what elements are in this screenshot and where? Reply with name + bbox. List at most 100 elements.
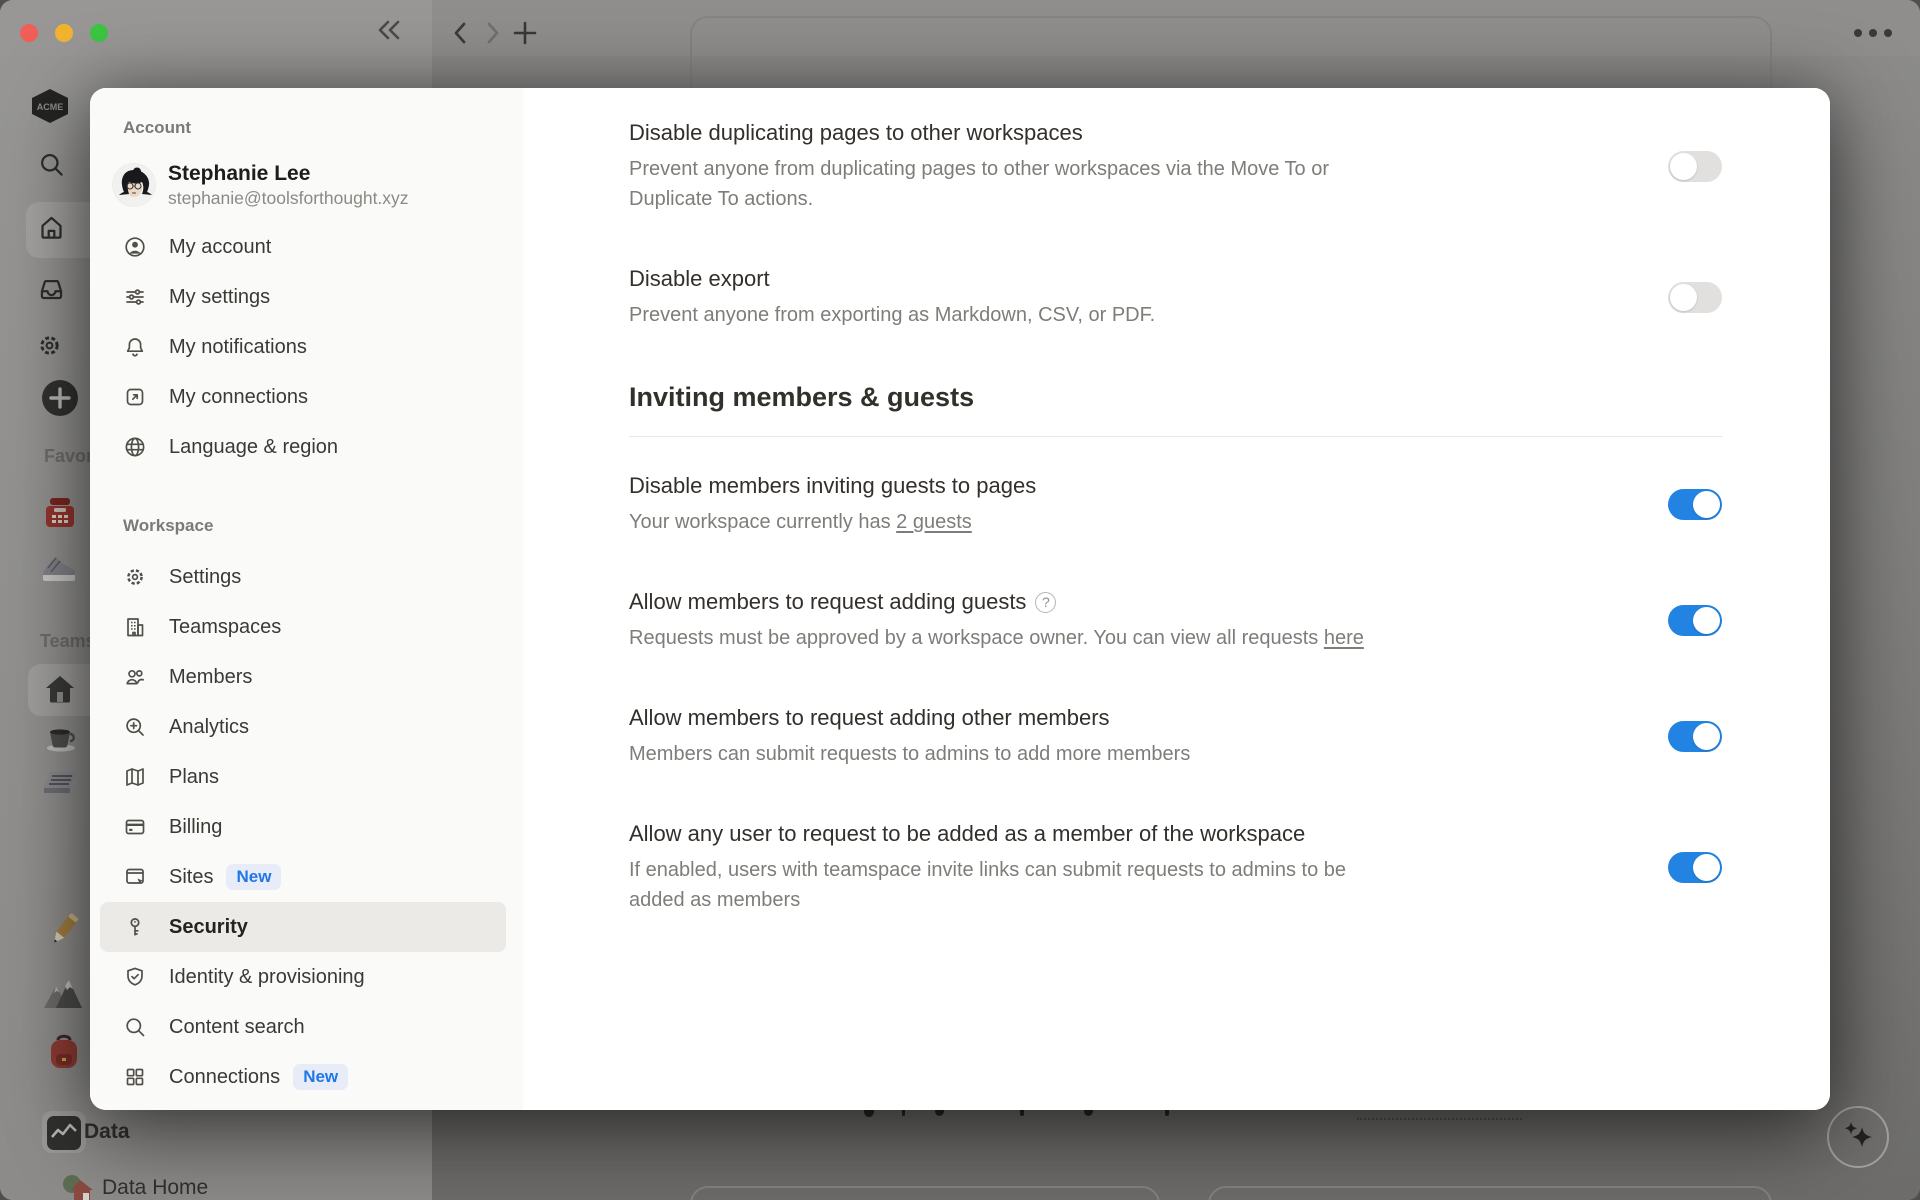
new-page-icon[interactable]	[40, 378, 80, 418]
data-teamspace-label[interactable]: Data	[84, 1120, 130, 1144]
analytics-icon	[123, 715, 147, 739]
toggle-switch[interactable]	[1668, 282, 1722, 313]
ghost-card	[690, 1186, 1160, 1200]
arrow-square-icon	[123, 385, 147, 409]
toggle-knob	[1693, 723, 1720, 750]
setting-description: Your workspace currently has 2 guests	[629, 507, 1374, 537]
settings-nav-item-my-settings[interactable]: My settings	[90, 272, 523, 322]
people-icon	[123, 665, 147, 689]
inline-link-2-guests[interactable]: 2 guests	[896, 511, 972, 533]
mountain-page-icon[interactable]	[44, 978, 82, 1010]
zoom-window-button[interactable]	[90, 24, 108, 42]
house-page-icon[interactable]	[44, 674, 76, 704]
toggle-switch[interactable]	[1668, 151, 1722, 182]
sparkles-icon	[1839, 1118, 1877, 1156]
setting-description: If enabled, users with teamspace invite …	[629, 855, 1374, 915]
close-window-button[interactable]	[20, 24, 38, 42]
new-tab-icon[interactable]	[512, 20, 538, 46]
bell-icon	[123, 335, 147, 359]
ghost-underline	[1357, 1118, 1522, 1120]
settings-nav-item-content-search[interactable]: Content search	[90, 1002, 523, 1052]
app-window: ACME Favorites	[0, 0, 1920, 1200]
setting-row-allow-members-to-request-adding-other-members: Allow members to request adding other me…	[629, 703, 1722, 769]
settings-modal: Account Stephanie Lee stephanie@toolsfor…	[90, 88, 1830, 1110]
nav-item-label: My settings	[169, 286, 270, 309]
settings-nav-item-settings[interactable]: Settings	[90, 552, 523, 602]
nav-item-label: Sites	[169, 866, 213, 889]
building-icon	[123, 615, 147, 639]
person-circle-icon	[123, 235, 147, 259]
setting-row-disable-export: Disable export Prevent anyone from expor…	[629, 264, 1722, 330]
forward-icon[interactable]	[485, 21, 501, 45]
nav-item-label: Analytics	[169, 716, 249, 739]
nav-item-label: Plans	[169, 766, 219, 789]
pencil-page-icon[interactable]	[46, 912, 82, 948]
globe-icon	[123, 435, 147, 459]
browser-icon	[123, 865, 147, 889]
setting-title: Disable export	[629, 264, 1439, 294]
ai-assistant-button[interactable]	[1827, 1106, 1889, 1168]
toggle-switch[interactable]	[1668, 721, 1722, 752]
setting-title: Disable duplicating pages to other works…	[629, 118, 1439, 148]
more-menu-icon[interactable]	[1852, 27, 1894, 39]
ghost-card	[1208, 1186, 1772, 1200]
telephone-page-icon[interactable]	[42, 496, 78, 530]
settings-nav-item-my-connections[interactable]: My connections	[90, 372, 523, 422]
avatar	[113, 164, 155, 206]
back-icon[interactable]	[452, 21, 468, 45]
minimize-window-button[interactable]	[55, 24, 73, 42]
search-icon[interactable]	[38, 151, 65, 178]
nav-item-label: Security	[169, 916, 248, 939]
setting-row-disable-members-inviting-guests-to-pages: Disable members inviting guests to pages…	[629, 471, 1722, 537]
toggle-switch[interactable]	[1668, 489, 1722, 520]
nav-item-label: Identity & provisioning	[169, 966, 365, 989]
workspace-nav-list: Settings Teamspaces Members Analytics Pl…	[90, 552, 523, 1102]
setting-description: Members can submit requests to admins to…	[629, 739, 1374, 769]
setting-title: Disable members inviting guests to pages	[629, 471, 1439, 501]
settings-nav-item-my-account[interactable]: My account	[90, 222, 523, 272]
account-user-row[interactable]: Stephanie Lee stephanie@toolsforthought.…	[113, 160, 523, 210]
settings-nav-item-teamspaces[interactable]: Teamspaces	[90, 602, 523, 652]
coffee-page-icon[interactable]	[45, 722, 79, 752]
keyboard-page-icon[interactable]	[42, 768, 80, 798]
settings-nav-item-sites[interactable]: Sites New	[90, 852, 523, 902]
account-nav-list: My account My settings My notifications …	[90, 222, 523, 472]
settings-nav-item-members[interactable]: Members	[90, 652, 523, 702]
inbox-icon[interactable]	[38, 276, 65, 303]
collapse-sidebar-icon[interactable]	[376, 18, 404, 42]
data-teamspace-icon[interactable]	[46, 1115, 82, 1151]
nav-item-label: Language & region	[169, 436, 338, 459]
setting-row-allow-members-to-request-adding-guests: Allow members to request adding guests? …	[629, 587, 1722, 653]
toggle-switch[interactable]	[1668, 605, 1722, 636]
nav-item-label: Billing	[169, 816, 222, 839]
settings-nav-item-connections[interactable]: Connections New	[90, 1052, 523, 1102]
home-icon[interactable]	[38, 214, 65, 241]
setting-title: Allow any user to request to be added as…	[629, 819, 1439, 849]
user-name: Stephanie Lee	[168, 160, 409, 187]
settings-nav-item-language-region[interactable]: Language & region	[90, 422, 523, 472]
workspace-section-label: Workspace	[123, 516, 523, 536]
setting-row-disable-duplicating-pages-to-other-workspaces: Disable duplicating pages to other works…	[629, 118, 1722, 214]
settings-nav-item-my-notifications[interactable]: My notifications	[90, 322, 523, 372]
settings-nav-item-analytics[interactable]: Analytics	[90, 702, 523, 752]
workspace-logo[interactable]: ACME	[30, 88, 70, 124]
sneaker-page-icon[interactable]	[40, 552, 78, 584]
toggle-knob	[1693, 607, 1720, 634]
backpack-page-icon[interactable]	[48, 1034, 80, 1070]
nav-item-label: Members	[169, 666, 252, 689]
inline-link-here[interactable]: here	[1324, 627, 1364, 649]
settings-content: Disable duplicating pages to other works…	[523, 88, 1830, 1110]
settings-nav-item-plans[interactable]: Plans	[90, 752, 523, 802]
settings-nav-item-billing[interactable]: Billing	[90, 802, 523, 852]
nav-item-label: Content search	[169, 1016, 305, 1039]
data-home-page-icon[interactable]	[62, 1174, 94, 1200]
settings-nav-item-identity-provisioning[interactable]: Identity & provisioning	[90, 952, 523, 1002]
help-icon[interactable]: ?	[1035, 592, 1056, 613]
nav-item-label: My connections	[169, 386, 308, 409]
toggle-switch[interactable]	[1668, 852, 1722, 883]
settings-gear-icon[interactable]	[36, 332, 63, 359]
nav-item-label: Settings	[169, 566, 241, 589]
data-home-page-label[interactable]: Data Home	[102, 1176, 208, 1200]
settings-nav-item-security[interactable]: Security	[100, 902, 506, 952]
key-icon	[123, 915, 147, 939]
